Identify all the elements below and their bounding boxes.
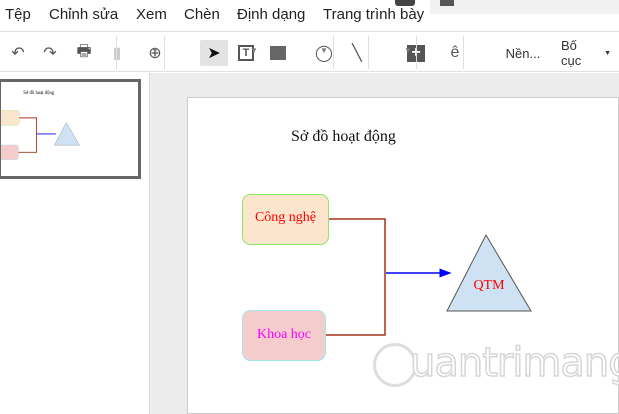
triangle-label: QTM: [473, 278, 505, 293]
box1-label: Công nghệ: [254, 210, 317, 225]
triangle-qtm[interactable]: [446, 233, 532, 312]
slide-title[interactable]: Sở đồ hoạt động: [291, 128, 396, 146]
elbow-connector[interactable]: [326, 218, 386, 336]
box2-label: Khoa học: [256, 327, 312, 342]
watermark: uantrimang: [409, 339, 619, 387]
